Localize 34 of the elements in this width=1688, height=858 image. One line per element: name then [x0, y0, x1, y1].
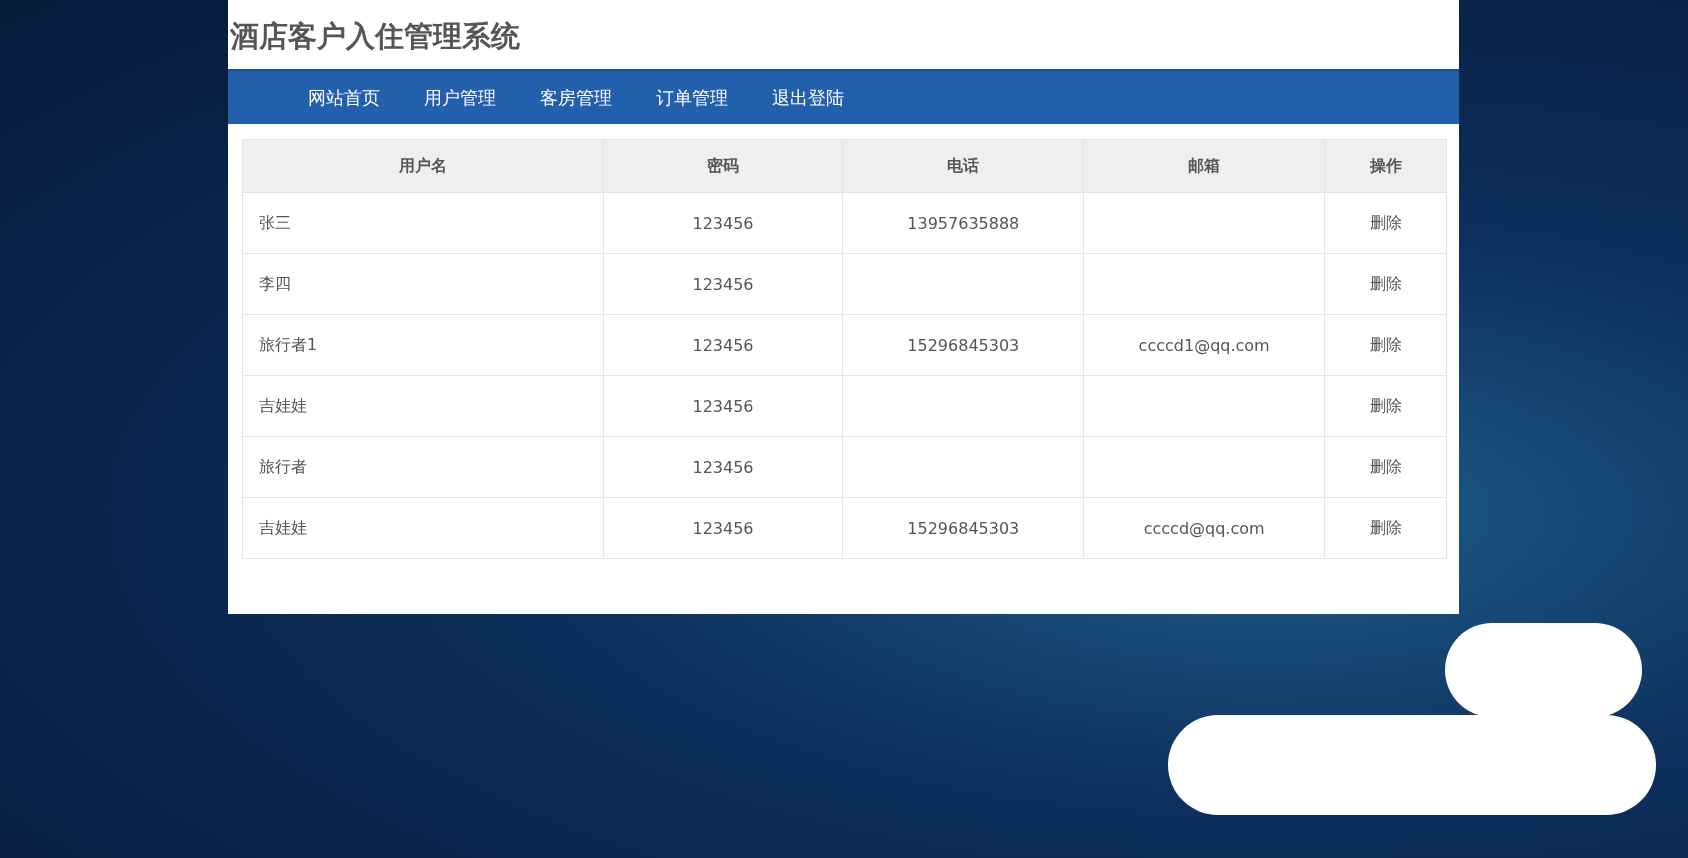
nav-link[interactable]: 网站首页 [308, 85, 380, 110]
table-cell: 123456 [692, 213, 754, 233]
table-cell: 张三 [259, 212, 291, 234]
delete-link[interactable]: 删除 [1369, 212, 1402, 232]
nav-link[interactable]: 用户管理 [424, 85, 496, 110]
delete-link[interactable]: 删除 [1369, 517, 1402, 537]
table-cell: 吉娃娃 [259, 517, 307, 539]
table-cell: 李四 [259, 273, 291, 295]
table-cell: 13957635888 [907, 213, 1020, 233]
table-cell: 123456 [692, 335, 754, 355]
table-cell: ccccd@qq.com [1143, 518, 1265, 538]
table-cell: 吉娃娃 [259, 395, 307, 417]
table-cell: 15296845303 [907, 518, 1020, 538]
delete-link[interactable]: 删除 [1369, 273, 1402, 293]
column-header: 密码 [707, 155, 739, 177]
delete-link[interactable]: 删除 [1369, 395, 1402, 415]
table-cell: 123456 [692, 274, 754, 294]
column-header: 邮箱 [1188, 155, 1221, 177]
nav-link[interactable]: 订单管理 [656, 85, 728, 110]
nav-link[interactable]: 退出登陆 [772, 85, 844, 110]
column-header: 操作 [1369, 155, 1402, 177]
table-cell: 15296845303 [907, 335, 1020, 355]
column-header: 电话 [947, 155, 980, 177]
table-cell: 旅行者 [259, 456, 307, 478]
table-cell: 123456 [692, 518, 754, 538]
delete-link[interactable]: 删除 [1369, 334, 1402, 354]
column-header: 用户名 [398, 155, 447, 177]
table-cell: 旅行者1 [259, 334, 318, 356]
table-cell: ccccd1@qq.com [1138, 335, 1270, 355]
table-cell: 123456 [692, 457, 754, 477]
app-title: 酒店客户入住管理系统 [229, 18, 521, 55]
delete-link[interactable]: 删除 [1369, 456, 1402, 476]
table-cell: 123456 [692, 396, 754, 416]
nav-link[interactable]: 客房管理 [540, 85, 612, 110]
